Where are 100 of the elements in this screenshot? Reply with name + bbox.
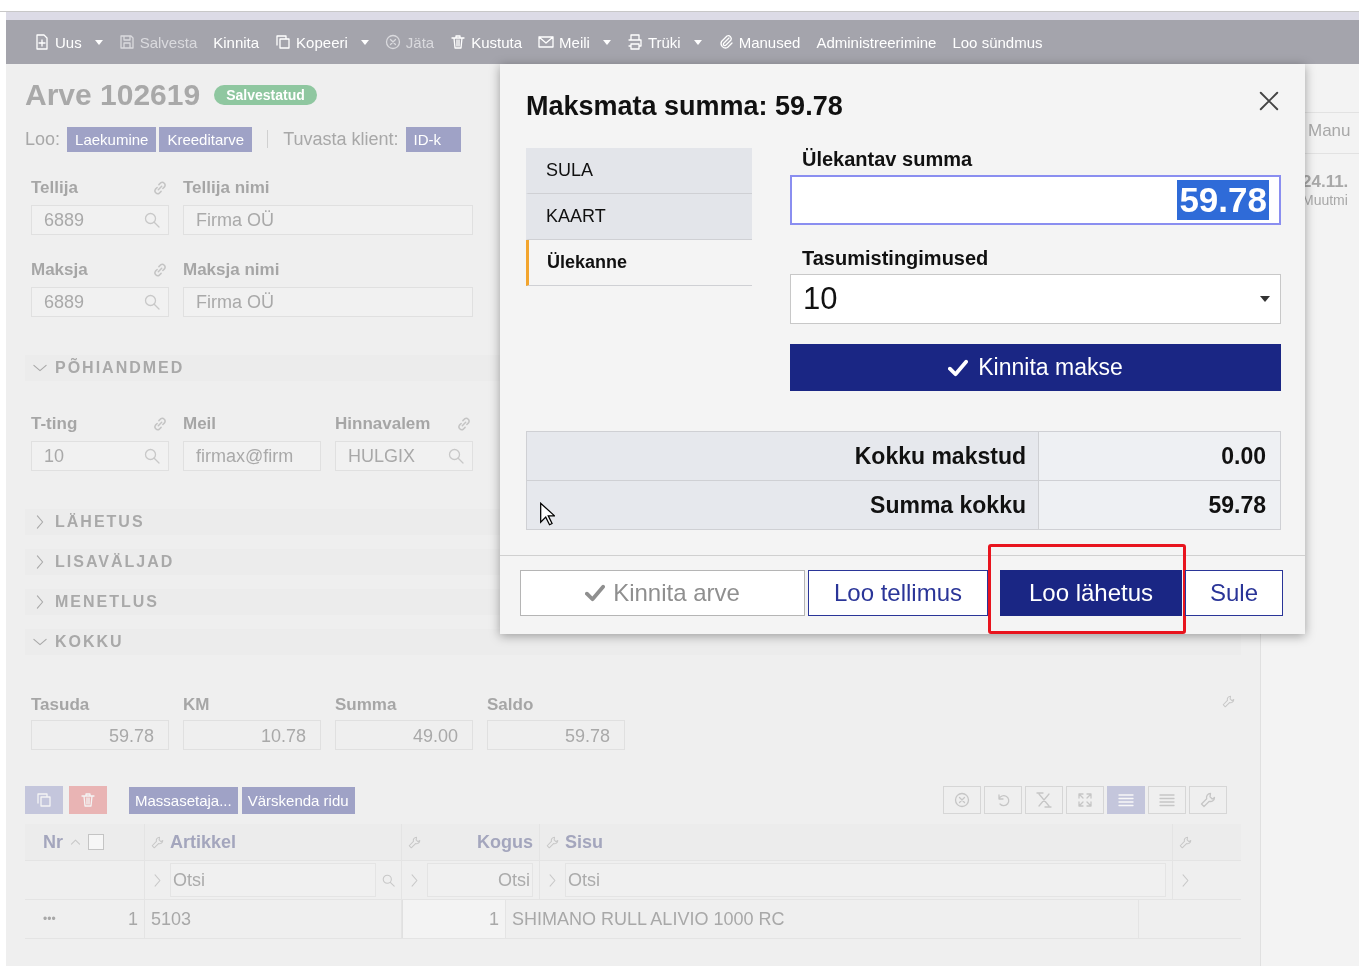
- total-label: Tasuda: [31, 695, 91, 715]
- input-field[interactable]: 10: [31, 441, 169, 471]
- view-button[interactable]: [943, 786, 981, 814]
- summary-label: Summa kokku: [870, 491, 1026, 519]
- link-icon: [151, 261, 169, 279]
- field-label: Maksja nimi: [183, 260, 280, 280]
- create-button[interactable]: Laekumine: [67, 126, 157, 152]
- toolbar-button[interactable]: Trüki: [620, 33, 708, 51]
- document-plus-icon: [34, 34, 50, 50]
- save-icon: [118, 34, 135, 50]
- identify-label: Tuvasta klient:: [283, 128, 399, 150]
- input-field[interactable]: Firma OÜ: [183, 205, 473, 235]
- toolbar-button[interactable]: Kinnita: [207, 33, 266, 51]
- trash-icon: [450, 34, 467, 50]
- total-field: 59.78: [487, 720, 625, 750]
- status-badge: Salvestatud: [214, 85, 317, 105]
- total-label: Summa: [335, 695, 398, 715]
- copy-icon: [36, 792, 52, 808]
- undo-icon: [995, 792, 1011, 808]
- column-header[interactable]: Nr: [43, 831, 63, 853]
- toolbar-button[interactable]: Administreerimine: [810, 33, 943, 51]
- wrench-icon: [1200, 792, 1216, 808]
- total-field: 10.78: [183, 720, 321, 750]
- lines-icon: [1159, 792, 1175, 808]
- filter-field[interactable]: Otsi: [565, 863, 1166, 897]
- total-field: 59.78: [31, 720, 169, 750]
- dialog-button[interactable]: Loo lähetus: [1000, 570, 1182, 616]
- identify-button[interactable]: ID-k: [405, 126, 462, 152]
- column-header[interactable]: Kogus: [477, 831, 533, 853]
- total-label: Saldo: [487, 695, 535, 715]
- wrench-icon: [1179, 835, 1192, 849]
- view-button[interactable]: [1107, 786, 1145, 814]
- close-icon: [1258, 90, 1280, 112]
- view-button[interactable]: [1025, 786, 1063, 814]
- input-field[interactable]: firmax@firm: [183, 441, 321, 471]
- field-label: Tasumistingimused: [802, 247, 990, 270]
- envelope-icon: [538, 34, 555, 50]
- toolbar-button[interactable]: Manused: [711, 33, 807, 51]
- wrench-icon: [408, 835, 421, 849]
- filter-field[interactable]: Otsi: [427, 863, 533, 897]
- summary-value: 0.00: [1221, 442, 1266, 470]
- view-button[interactable]: [1148, 786, 1186, 814]
- delete-button[interactable]: [69, 786, 107, 814]
- table-cell: 5103: [151, 908, 192, 930]
- view-button[interactable]: [1066, 786, 1104, 814]
- total-field: 49.00: [335, 720, 473, 750]
- row-menu[interactable]: •••: [43, 912, 103, 926]
- field-label: Maksja: [31, 260, 88, 280]
- dialog-title: Maksmata summa: 59.78: [526, 90, 843, 122]
- total-label: KM: [183, 695, 211, 715]
- column-header[interactable]: Sisu: [565, 831, 603, 853]
- terms-dropdown[interactable]: 10: [790, 274, 1281, 324]
- checkbox[interactable]: [88, 834, 104, 850]
- document-title: Arve 102619: [25, 78, 201, 112]
- input-field[interactable]: HULGIX: [335, 441, 473, 471]
- summary-value: 59.78: [1208, 491, 1266, 519]
- toolbar-button[interactable]: Kustuta: [444, 33, 529, 51]
- view-button[interactable]: [1189, 786, 1227, 814]
- field-label: T-ting: [31, 414, 78, 434]
- date-text: 24.11.: [1301, 172, 1350, 192]
- input-field[interactable]: Firma OÜ: [183, 287, 473, 317]
- toolbar-button[interactable]: Kopeeri: [269, 33, 375, 51]
- check-icon: [585, 583, 606, 603]
- paperclip-icon: [717, 34, 734, 50]
- circle-x-icon: [384, 34, 401, 50]
- confirm-payment-button[interactable]: Kinnita makse: [790, 344, 1281, 391]
- copy-button[interactable]: [25, 786, 63, 814]
- caret-icon: [602, 39, 611, 45]
- create-label: Loo:: [25, 128, 61, 150]
- payment-method-tab[interactable]: KAART: [526, 194, 752, 240]
- input-field[interactable]: 6889: [31, 287, 169, 317]
- search-icon: [144, 294, 160, 310]
- toolbar-button[interactable]: Uus: [28, 33, 109, 51]
- payment-method-tab[interactable]: SULA: [526, 148, 752, 194]
- search-icon: [144, 212, 160, 228]
- circle-x-icon: [954, 792, 970, 808]
- filter-field[interactable]: Otsi: [170, 863, 376, 897]
- check-icon: [948, 357, 969, 378]
- link-icon: [151, 415, 169, 433]
- payment-method-tab[interactable]: Ülekanne: [526, 240, 752, 286]
- dialog-button[interactable]: Loo tellimus: [808, 570, 988, 616]
- column-header[interactable]: Artikkel: [170, 831, 237, 853]
- close-button[interactable]: [1257, 89, 1281, 113]
- grid-button[interactable]: Värskenda ridu: [241, 786, 355, 814]
- input-field[interactable]: 6889: [31, 205, 169, 235]
- mouse-pointer-icon: [539, 502, 555, 526]
- view-button[interactable]: [984, 786, 1022, 814]
- grid-button[interactable]: Massasetaja...: [129, 786, 238, 814]
- create-button[interactable]: Kreeditarve: [159, 126, 253, 152]
- search-icon: [448, 448, 464, 464]
- copy-icon: [275, 34, 292, 50]
- expand-icon: [1077, 792, 1093, 808]
- wrench-icon: [1222, 695, 1235, 708]
- amount-field[interactable]: 59.78: [790, 175, 1281, 225]
- toolbar-button[interactable]: Meili: [532, 33, 617, 51]
- toolbar-button[interactable]: Loo sündmus: [946, 33, 1049, 51]
- lines-icon: [1118, 792, 1134, 808]
- caret-icon: [693, 39, 702, 45]
- field-label: Hinnavalem: [335, 414, 431, 434]
- dialog-button[interactable]: Sule: [1185, 570, 1283, 616]
